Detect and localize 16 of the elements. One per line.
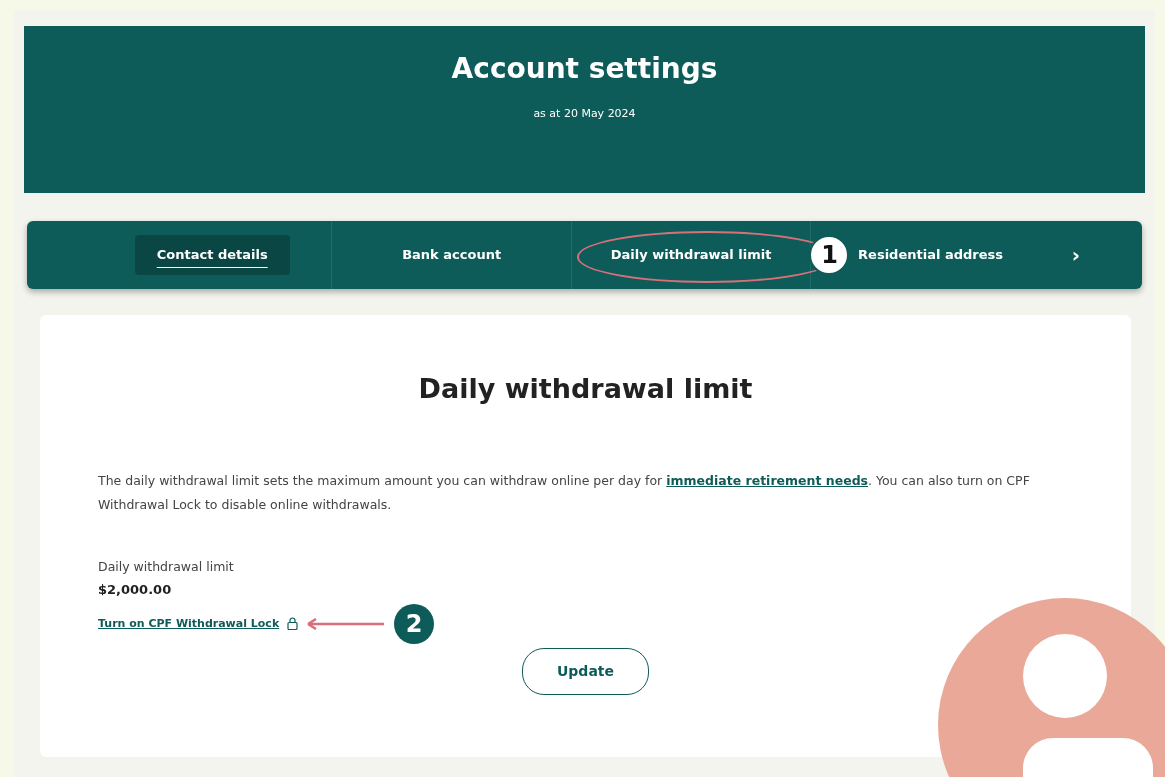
limit-label: Daily withdrawal limit [98, 557, 235, 576]
page-title: Account settings [450, 52, 719, 86]
section-title: Daily withdrawal limit [417, 373, 754, 406]
arrow-icon [306, 617, 387, 630]
tab[interactable]: Contact details [134, 235, 290, 275]
update-button[interactable]: Update [521, 647, 649, 695]
withdrawal-lock-link[interactable]: Turn on CPF Withdrawal Lock [98, 615, 280, 633]
intro-paragraph: The daily withdrawal limit sets the maximum amount you can withdraw online per day for immediate retirement needs. You can also turn on CPF Withdrawal Lock to disable online withdrawals. [98, 472, 1031, 514]
callout-marker: 2 [394, 603, 435, 644]
date-subtitle: as at 20 May 2024 [532, 105, 637, 122]
callout-marker: 1 [809, 235, 850, 276]
tab[interactable]: Bank account [380, 235, 524, 275]
limit-value: $2,000.00 [98, 581, 173, 600]
next-tab-button[interactable]: › [1049, 230, 1102, 280]
tab[interactable]: Daily withdrawal limit [588, 235, 794, 275]
padlock-icon [287, 617, 299, 631]
